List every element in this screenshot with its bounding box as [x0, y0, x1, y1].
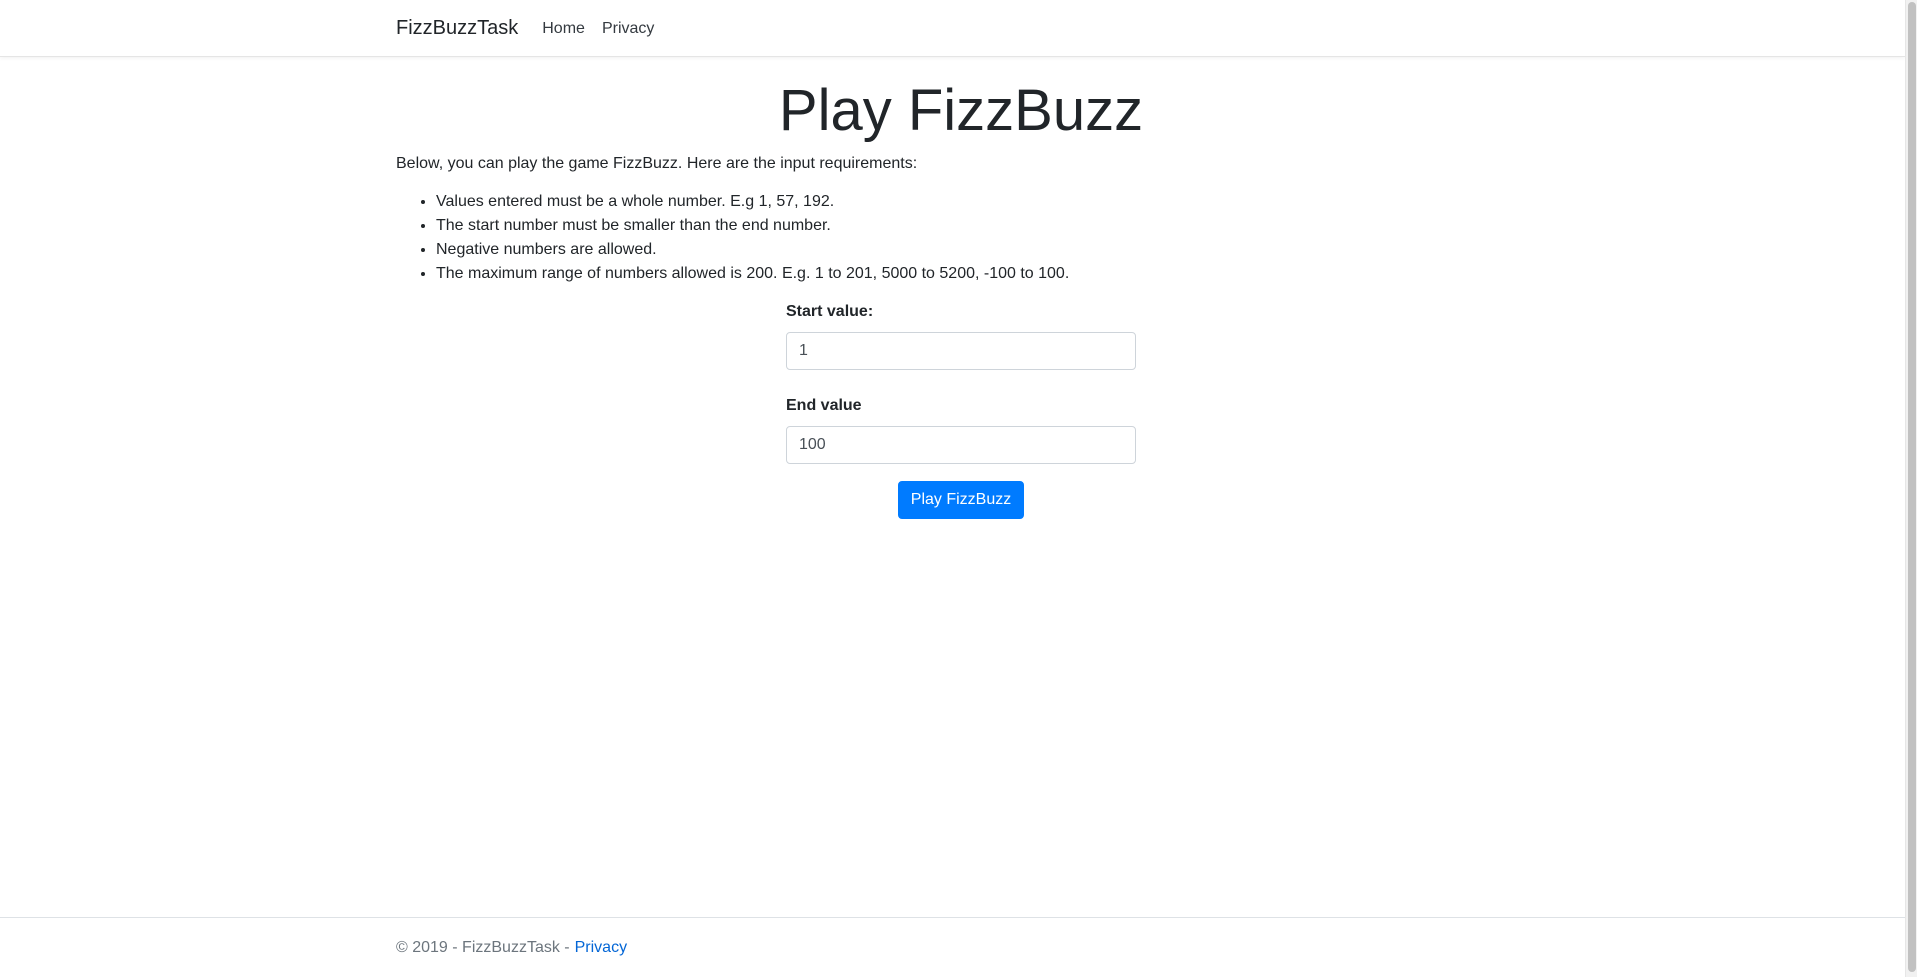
list-item: Values entered must be a whole number. E… [436, 190, 1526, 214]
list-item: The maximum range of numbers allowed is … [436, 262, 1526, 286]
start-value-input[interactable] [786, 331, 1136, 370]
page: FizzBuzzTask Home Privacy Play FizzBuzz … [0, 0, 1905, 977]
nav-link-home[interactable]: Home [542, 20, 585, 38]
brand-link[interactable]: FizzBuzzTask [396, 17, 518, 40]
requirements-list: Values entered must be a whole number. E… [396, 190, 1526, 286]
scrollbar-thumb[interactable] [1908, 2, 1916, 972]
list-item: Negative numbers are allowed. [436, 238, 1526, 262]
list-item: The start number must be smaller than th… [436, 214, 1526, 238]
vertical-scrollbar[interactable] [1905, 0, 1917, 977]
end-value-input[interactable] [786, 425, 1136, 464]
navbar: FizzBuzzTask Home Privacy [0, 0, 1905, 57]
fizzbuzz-form: Start value: End value Play FizzBuzz [786, 300, 1136, 519]
main-content: Play FizzBuzz Below, you can play the ga… [396, 57, 1526, 519]
intro-text: Below, you can play the game FizzBuzz. H… [396, 154, 918, 172]
footer-copyright: © 2019 - FizzBuzzTask - [396, 939, 570, 956]
start-value-label: Start value: [786, 302, 874, 320]
page-title: Play FizzBuzz [778, 78, 1144, 143]
end-value-label: End value [786, 396, 862, 414]
footer-privacy-link[interactable]: Privacy [575, 939, 627, 957]
play-fizzbuzz-button[interactable]: Play FizzBuzz [897, 480, 1025, 519]
button-row: Play FizzBuzz [786, 480, 1136, 519]
footer-container: © 2019 - FizzBuzzTask - Privacy [396, 918, 1526, 977]
navbar-container: FizzBuzzTask Home Privacy [396, 0, 1526, 57]
nav-link-privacy[interactable]: Privacy [602, 20, 654, 38]
footer: © 2019 - FizzBuzzTask - Privacy [0, 917, 1905, 977]
